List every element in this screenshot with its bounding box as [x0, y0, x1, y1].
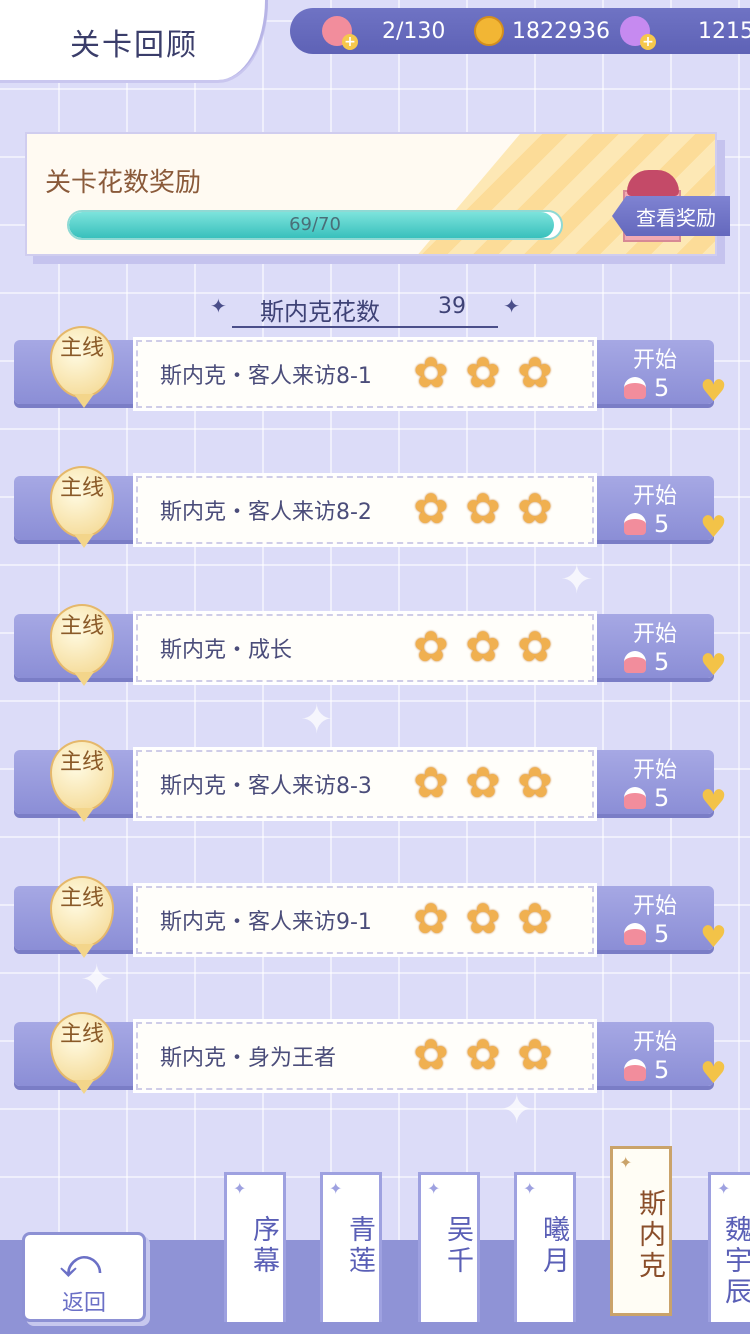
heart-icon: ♥ — [700, 920, 727, 955]
crystal-swan-icon: + — [620, 16, 656, 50]
view-reward-button[interactable]: 查看奖励 — [612, 196, 730, 236]
start-button[interactable]: 开始 5 — [596, 616, 714, 680]
star-icon: ✦ — [503, 294, 520, 318]
level-row[interactable]: 主线 斯内克・客人来访8-2 ✿ ✿ ✿ 开始 5 ♥ — [0, 466, 750, 556]
level-row[interactable]: 主线 斯内克・客人来访9-1 ✿ ✿ ✿ 开始 5 ♥ — [0, 876, 750, 966]
sparkle-icon: ✦ — [560, 557, 594, 603]
heart-icon: ♥ — [700, 784, 727, 819]
flower-icon: ✿ — [517, 484, 553, 533]
cake-icon: + — [322, 16, 358, 50]
flower-icon: ✿ — [413, 484, 449, 533]
flower-icon: ✿ — [465, 1030, 501, 1079]
cake-icon — [624, 1059, 646, 1081]
cake-icon — [624, 787, 646, 809]
flower-icon: ✿ — [517, 894, 553, 943]
gold-counter[interactable]: 1822936 — [474, 8, 610, 54]
flower-icon: ✿ — [517, 758, 553, 807]
start-button[interactable]: 开始 5 — [596, 752, 714, 816]
chapter-tab[interactable]: ✦ 吴千 — [418, 1172, 480, 1322]
back-button[interactable]: ⤺ 返回 — [22, 1232, 146, 1322]
page-title-tab: 关卡回顾 — [0, 0, 268, 80]
cake-icon — [624, 513, 646, 535]
flower-rating: ✿ ✿ ✿ — [406, 486, 560, 532]
flower-count-header: ✦ 斯内克花数 39 ✦ — [210, 288, 520, 328]
level-name: 斯内克・客人来访8-1 — [160, 364, 372, 389]
top-bar: 关卡回顾 + 2/130 1822936 + 1215 — [0, 0, 750, 82]
heart-icon: ♥ — [700, 374, 727, 409]
heart-icon: ♥ — [700, 510, 727, 545]
flower-rating: ✿ ✿ ✿ — [406, 1032, 560, 1078]
flower-rating: ✿ ✿ ✿ — [406, 624, 560, 670]
cake-icon — [624, 377, 646, 399]
flower-icon: ✿ — [465, 894, 501, 943]
reward-progress-bar: 69/70 — [67, 210, 563, 240]
level-name: 斯内克・客人来访9-1 — [160, 910, 372, 935]
resource-bar: + 2/130 1822936 + 1215 — [290, 8, 750, 54]
flower-icon: ✿ — [465, 484, 501, 533]
start-button[interactable]: 开始 5 — [596, 342, 714, 406]
level-name: 斯内克・客人来访8-3 — [160, 774, 372, 799]
start-button[interactable]: 开始 5 — [596, 1024, 714, 1088]
flower-icon: ✿ — [413, 758, 449, 807]
chapter-tab[interactable]: ✦ 魏宇辰 — [708, 1172, 750, 1322]
level-name: 斯内克・成长 — [160, 638, 293, 663]
gold-coin-icon — [474, 16, 504, 46]
level-row[interactable]: 主线 斯内克・客人来访8-1 ✿ ✿ ✿ 开始 5 ♥ — [0, 326, 750, 420]
heart-icon: ♥ — [700, 1056, 727, 1091]
chapter-tab[interactable]: ✦ 青莲 — [320, 1172, 382, 1322]
flower-icon: ✿ — [465, 622, 501, 671]
chapter-tab[interactable]: ✦ 曦月 — [514, 1172, 576, 1322]
chapter-tab[interactable]: ✦ 序幕 — [224, 1172, 286, 1322]
flower-icon: ✿ — [413, 348, 449, 397]
heart-icon: ♥ — [700, 648, 727, 683]
crystal-counter[interactable]: + 1215 — [620, 8, 750, 54]
flower-icon: ✿ — [517, 348, 553, 397]
flower-icon: ✿ — [413, 894, 449, 943]
level-row[interactable]: 主线 斯内克・成长 ✿ ✿ ✿ 开始 5 ♥ — [0, 604, 750, 694]
reward-panel: 关卡花数奖励 69/70 — [25, 132, 717, 256]
return-arrow-icon: ⤺ — [59, 1241, 102, 1287]
start-button[interactable]: 开始 5 — [596, 888, 714, 952]
flower-icon: ✿ — [517, 1030, 553, 1079]
cake-icon — [624, 923, 646, 945]
flower-rating: ✿ ✿ ✿ — [406, 896, 560, 942]
flower-icon: ✿ — [465, 348, 501, 397]
flower-icon: ✿ — [413, 1030, 449, 1079]
flower-icon: ✿ — [465, 758, 501, 807]
level-row[interactable]: 主线 斯内克・身为王者 ✿ ✿ ✿ 开始 5 ♥ — [0, 1012, 750, 1102]
flower-count-label: 斯内克花数 — [260, 298, 380, 326]
level-name: 斯内克・身为王者 — [160, 1046, 337, 1071]
flower-icon: ✿ — [517, 622, 553, 671]
level-name: 斯内克・客人来访8-2 — [160, 500, 372, 525]
star-icon: ✦ — [210, 294, 227, 318]
start-button[interactable]: 开始 5 — [596, 478, 714, 542]
page-title: 关卡回顾 — [70, 28, 198, 63]
flower-rating: ✿ ✿ ✿ — [406, 760, 560, 806]
cake-icon — [624, 651, 646, 673]
reward-title: 关卡花数奖励 — [45, 168, 202, 198]
stamina-counter[interactable]: + 2/130 — [322, 8, 445, 54]
flower-icon: ✿ — [413, 622, 449, 671]
flower-count-value: 39 — [438, 294, 466, 319]
level-row[interactable]: 主线 斯内克・客人来访8-3 ✿ ✿ ✿ 开始 5 ♥ — [0, 740, 750, 830]
sparkle-icon: ✦ — [300, 697, 334, 743]
chapter-tab-active[interactable]: ✦ 斯内克 — [610, 1146, 672, 1316]
flower-rating: ✿ ✿ ✿ — [406, 350, 560, 396]
sparkle-icon: ✦ — [80, 957, 114, 1003]
progress-text: 69/70 — [289, 214, 341, 235]
